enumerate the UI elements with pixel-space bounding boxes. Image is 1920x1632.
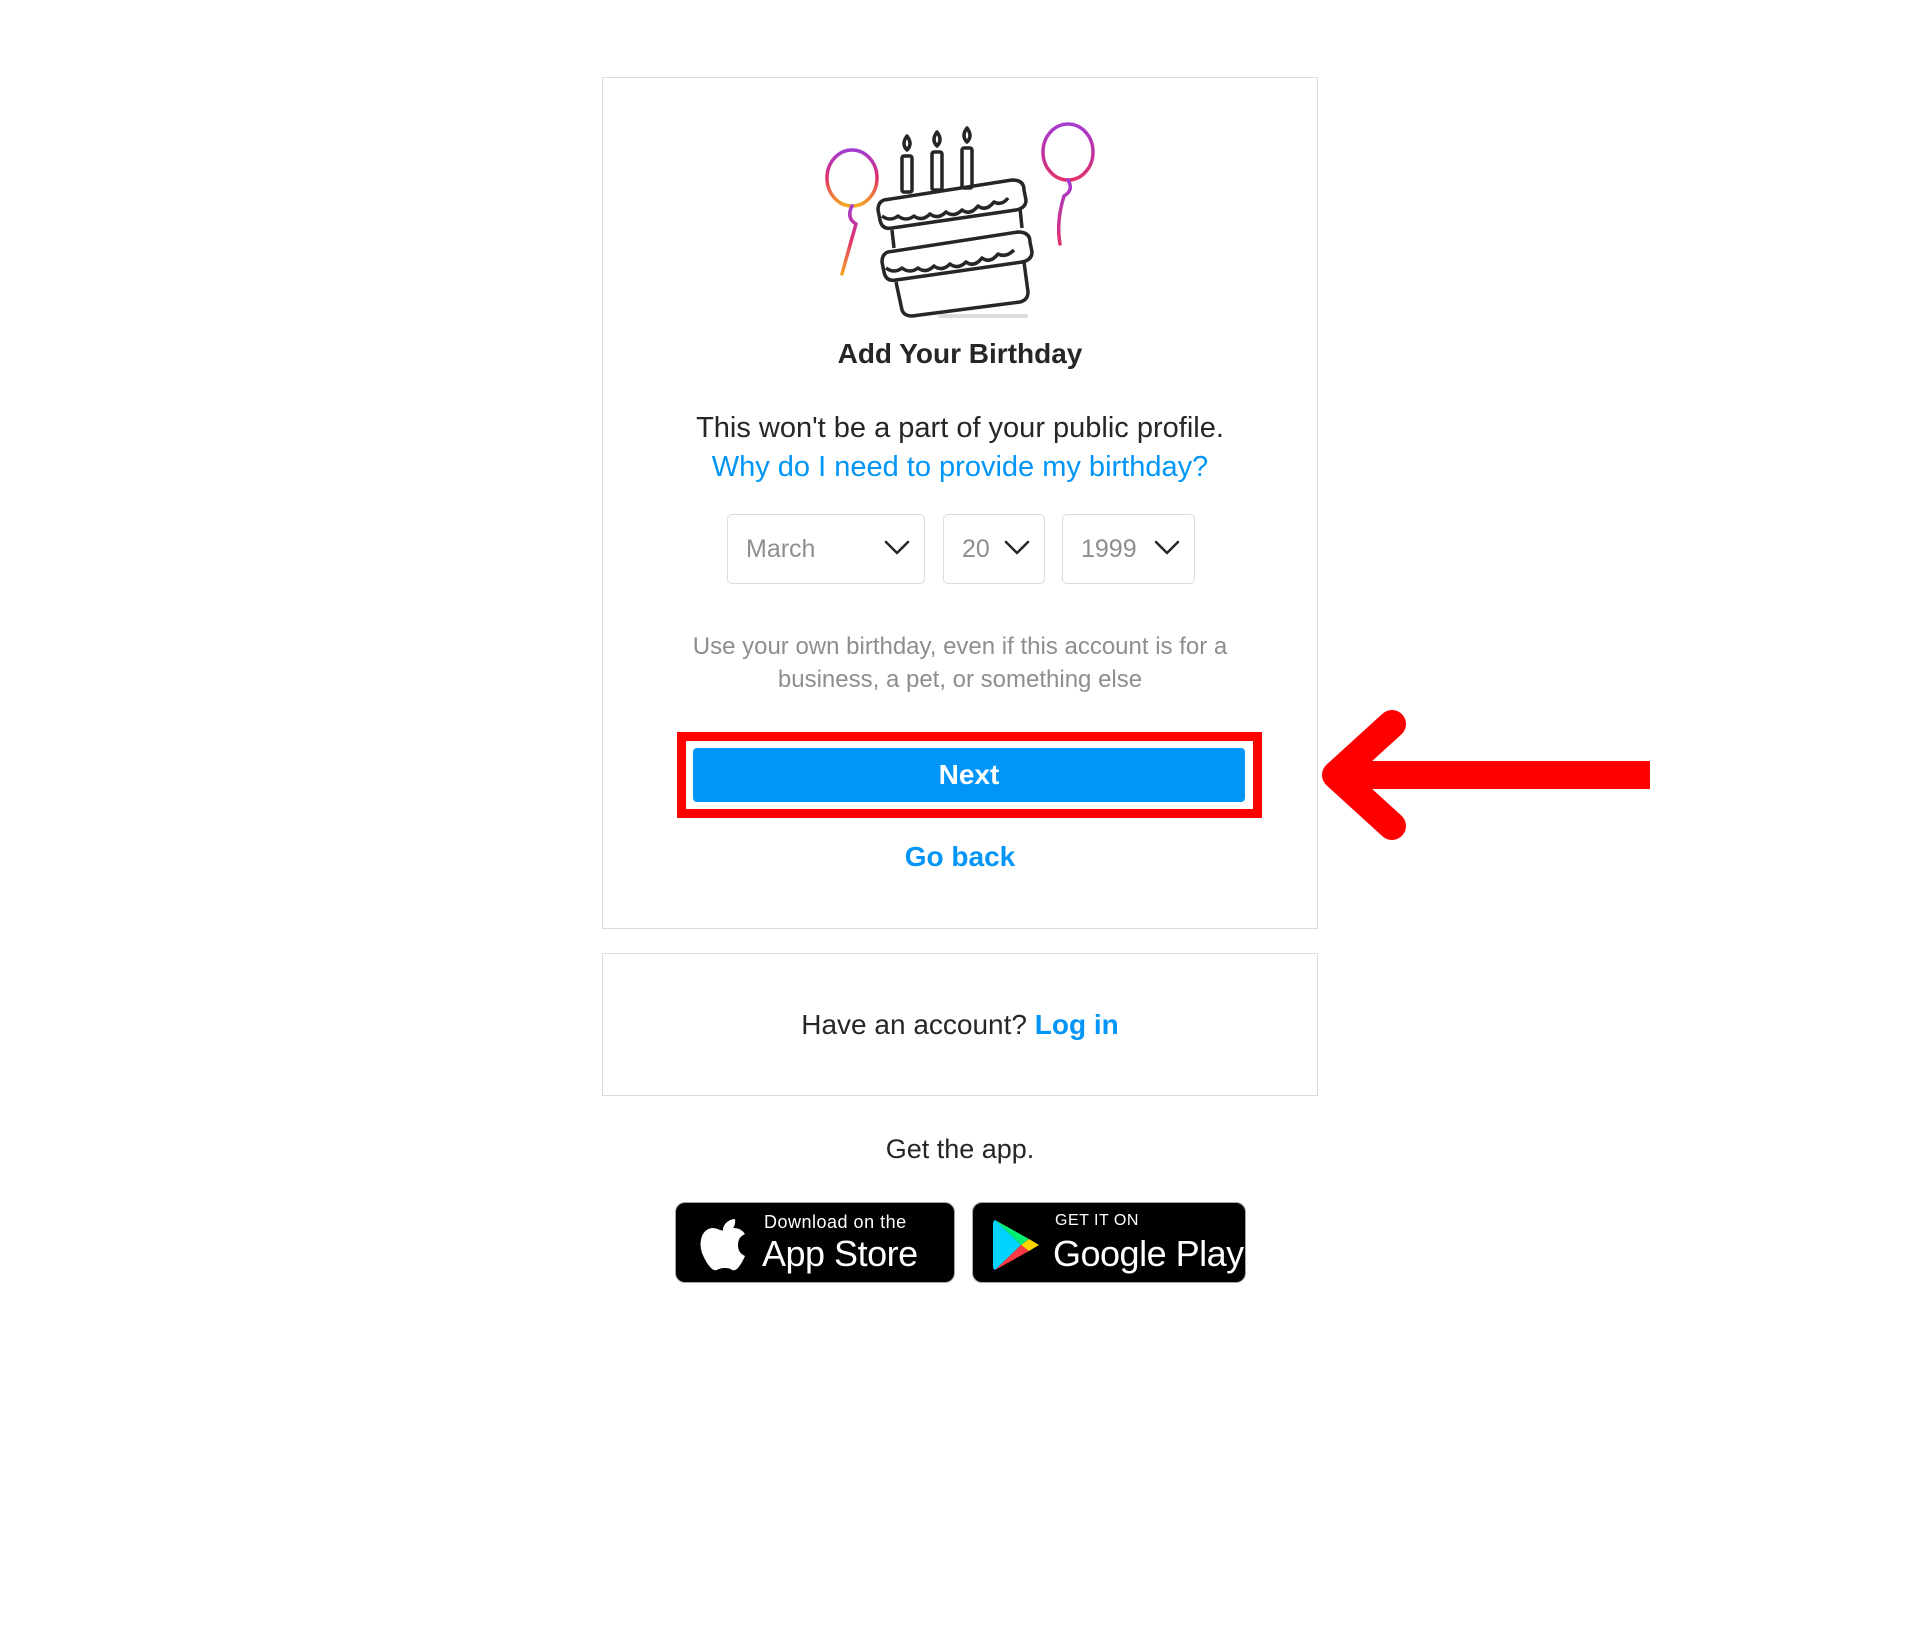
next-button[interactable]: Next: [693, 748, 1245, 802]
why-birthday-link[interactable]: Why do I need to provide my birthday?: [602, 451, 1318, 484]
app-store-big-text: App Store: [762, 1233, 918, 1274]
app-store-small-text: Download on the: [764, 1212, 907, 1232]
month-value: March: [746, 535, 816, 563]
app-store-badge[interactable]: Download on the App Store: [675, 1202, 955, 1283]
page-title: Add Your Birthday: [837, 338, 1083, 369]
chevron-down-icon: [1154, 540, 1180, 555]
login-prompt: Have an account?: [801, 1009, 1027, 1040]
day-select[interactable]: 20: [943, 514, 1045, 584]
login-card: Have an account? Log in: [602, 953, 1318, 1096]
month-select[interactable]: March: [727, 514, 925, 584]
year-value: 1999: [1081, 535, 1137, 563]
chevron-down-icon: [884, 540, 910, 555]
google-play-badge[interactable]: GET IT ON Google Play: [972, 1202, 1246, 1283]
day-value: 20: [962, 535, 990, 563]
chevron-down-icon: [1004, 540, 1030, 555]
birthday-cake-icon: [825, 122, 1095, 318]
login-link[interactable]: Log in: [1035, 1009, 1119, 1040]
google-play-big-text: Google Play: [1053, 1233, 1244, 1274]
birthday-note: Use your own birthday, even if this acco…: [692, 633, 1228, 693]
go-back-link[interactable]: Go back: [602, 841, 1318, 873]
red-arrow-icon: [1322, 710, 1650, 840]
get-app-text: Get the app.: [885, 1134, 1035, 1164]
apple-logo-icon: [700, 1219, 745, 1271]
year-select[interactable]: 1999: [1062, 514, 1195, 584]
google-play-small-text: GET IT ON: [1055, 1212, 1139, 1229]
google-play-logo-icon: [993, 1220, 1039, 1270]
privacy-subtitle: This won't be a part of your public prof…: [696, 412, 1224, 444]
login-row: Have an account? Log in: [603, 1009, 1317, 1041]
